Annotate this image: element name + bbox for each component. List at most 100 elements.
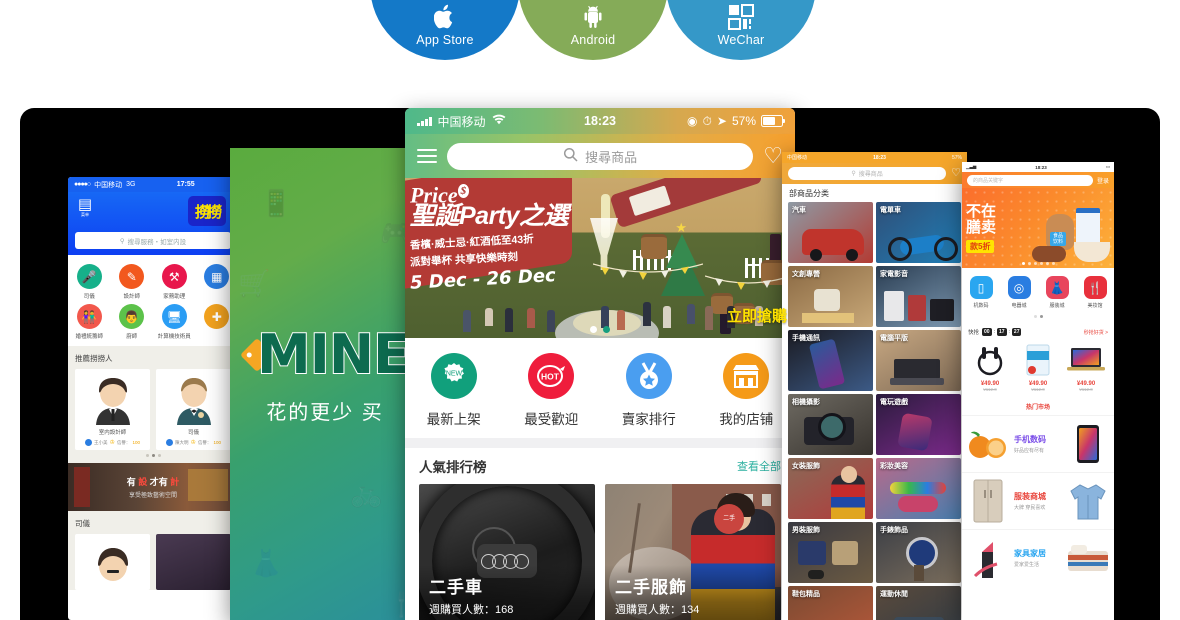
market-row[interactable]: 家具家居 爱家爱生活 xyxy=(962,529,1114,586)
crown-icon: ♔ xyxy=(190,440,196,446)
heart-icon[interactable]: ♡ xyxy=(763,145,783,167)
cat-cell[interactable]: 男裝服飾 xyxy=(788,522,873,583)
banner-pagination-dots[interactable] xyxy=(405,326,795,333)
quick-link-new[interactable]: NEW 最新上架 xyxy=(405,352,503,428)
flash-more-link[interactable]: 秒抢好货 > xyxy=(1084,329,1108,336)
person-card[interactable]: 室内設計師 王小美 ♔ 信譽： 100 xyxy=(75,369,150,450)
left-category-4[interactable]: 👫 婚禮統籌師 xyxy=(68,304,111,340)
mall-nav-phone-label: 机数码 xyxy=(973,303,989,309)
section-divider xyxy=(405,438,795,448)
cat-cell[interactable]: 手機通訊 xyxy=(788,330,873,391)
main-carrier: 中国移动 xyxy=(437,114,486,129)
cat-cell[interactable]: 相機攝影 xyxy=(788,394,873,455)
mall-banner[interactable]: 不在 膳卖 款5折 食品 饮料 xyxy=(962,188,1114,268)
mall-nav-beauty[interactable]: 🍴 美妆馆 xyxy=(1076,276,1114,309)
cat-cell[interactable]: 手錶飾品 xyxy=(876,522,961,583)
phone-product-art xyxy=(1066,422,1110,466)
tab-wechat[interactable]: WeChar xyxy=(666,0,816,60)
flash-label: 快抢 xyxy=(968,330,980,336)
quick-link-hot[interactable]: HOT 最受歡迎 xyxy=(503,352,601,428)
mall-nav-appliance[interactable]: ◎ 电器城 xyxy=(1000,276,1038,309)
quick-link-shop[interactable]: 我的店铺 xyxy=(698,352,796,428)
rank-card-subtitle: 週購買人數：168 xyxy=(429,604,514,616)
cat-cell[interactable]: 文創專營 xyxy=(788,266,873,327)
cat-cell[interactable]: 鞋包精品 xyxy=(788,586,873,620)
cat-cell[interactable]: 電腦平版 xyxy=(876,330,961,391)
cat-battery: 57% xyxy=(951,154,962,161)
banner-title: 聖誕Party之選 xyxy=(410,202,569,231)
flash-item[interactable]: ¥49.90 ¥112.0 xyxy=(1016,341,1060,392)
person-card[interactable]: 司儀 陳大明 ♔ 信譽： 100 xyxy=(156,369,231,450)
mall-search-input[interactable]: 的商品关键字 xyxy=(967,174,1093,186)
heart-icon[interactable]: ♡ xyxy=(951,168,961,179)
flash-sale-section: 快抢 00:17:27 秒抢好货 > ¥49.90 ¥112.0 ¥49.90 … xyxy=(962,323,1114,396)
quick-link-shop-label: 我的店铺 xyxy=(719,411,774,427)
phone-screen-services: ●●●●○ 中国移动 3G 17:55 ▤ 菜单 撈撈 ⚲ 搜尋服務・如室内設 … xyxy=(68,177,238,620)
medal-icon xyxy=(625,352,672,399)
cat-cell[interactable]: 家電影音 xyxy=(876,266,961,327)
phone-screen-main-shop: 中国移动 18:23 ◉ ⏱ ➤ 57% 搜尋商品 ♡ ★ Price $ 聖誕… xyxy=(405,108,795,620)
mine-logo: MINE xyxy=(230,322,420,387)
cat-status-bar: 中国移动 18:23 57% xyxy=(782,152,967,163)
left-search-input[interactable]: ⚲ 搜尋服務・如室内設 xyxy=(75,232,231,249)
cat-cell-label: 男裝服飾 xyxy=(792,527,820,534)
rank-view-all-link[interactable]: 查看全部 xyxy=(737,458,781,474)
cat-search-input[interactable]: ⚲ 搜尋商品 xyxy=(788,167,947,180)
mall-nav-clothes[interactable]: 👗 服装城 xyxy=(1038,276,1076,309)
left-category-5[interactable]: 👨 廚師 xyxy=(111,304,154,340)
cat-cell[interactable]: 電單車 xyxy=(876,202,961,263)
carousel-pager[interactable] xyxy=(75,450,231,459)
cat-cell-label: 電腦平版 xyxy=(880,335,908,342)
battery-icon xyxy=(761,115,785,127)
cat-cell[interactable]: 女裝服飾 xyxy=(788,458,873,519)
left-category-0[interactable]: 🎤 司儀 xyxy=(68,264,111,300)
market-subtitle: 爱家爱生活 xyxy=(1014,562,1040,568)
search-icon: ⚲ xyxy=(119,237,125,245)
mc-card[interactable] xyxy=(156,534,231,590)
cat-cell[interactable]: 汽車 xyxy=(788,202,873,263)
market-row[interactable]: 手机数码 好品应有尽有 xyxy=(962,415,1114,472)
rank-card-used-cars[interactable]: 二手車 週購買人數：168 xyxy=(419,484,595,620)
mc-card[interactable] xyxy=(75,534,150,590)
left-section-title-2: 司儀 xyxy=(75,519,90,528)
banner-cta-button[interactable]: 立即搶購 xyxy=(727,305,787,326)
tab-app-store-label: App Store xyxy=(416,33,474,47)
left-category-4-label: 婚禮統籌師 xyxy=(75,334,103,340)
quick-link-rank[interactable]: 賣家排行 xyxy=(600,352,698,428)
mall-banner-chip: 款5折 xyxy=(966,240,995,253)
left-header: ▤ 菜单 撈撈 ⚲ 搜尋服務・如室内設 xyxy=(68,192,238,255)
left-category-2[interactable]: ⚒ 家務助理 xyxy=(153,264,196,300)
rank-card-used-fashion[interactable]: 二手 二手服飾 週購買人數：134 xyxy=(605,484,781,620)
cat-cell[interactable]: 彩妝美容 xyxy=(876,458,961,519)
tab-app-store[interactable]: App Store xyxy=(370,0,520,60)
login-button[interactable]: 登录 xyxy=(1097,176,1109,185)
cat-cell[interactable]: 運動休閒 xyxy=(876,586,961,620)
earphone-art xyxy=(968,341,1012,379)
promo-part-a: 有 xyxy=(126,477,139,487)
tab-android[interactable]: Android xyxy=(518,0,668,60)
left-signal-dots: ●●●●○ xyxy=(74,181,91,188)
left-category-1[interactable]: ✎ 設計師 xyxy=(111,264,154,300)
flash-item[interactable]: ¥49.90 ¥112.0 xyxy=(1064,341,1108,392)
main-promo-banner[interactable]: ★ Price $ 聖誕Party之選 香檳·威士忌·紅酒低至43折 派對舉杯 … xyxy=(405,178,795,338)
left-category-6-label: 計算機技術員 xyxy=(157,334,191,340)
rep-value: 100 xyxy=(132,440,140,445)
left-promo-banner[interactable]: 有 設 才有 計 享受極致藝術空間 xyxy=(68,463,238,511)
flash-item[interactable]: ¥49.90 ¥112.0 xyxy=(968,341,1012,392)
hamburger-menu-icon[interactable] xyxy=(417,148,437,164)
left-category-6[interactable]: 🖥 計算機技術員 xyxy=(153,304,196,340)
promo-line2: 享受極致藝術空間 xyxy=(128,493,177,499)
mall-nav-pager[interactable] xyxy=(962,312,1114,323)
cat-cell[interactable]: 電玩遊戲 xyxy=(876,394,961,455)
cat-cell-label: 女裝服飾 xyxy=(792,463,820,470)
mall-nav-phone[interactable]: ▯ 机数码 xyxy=(962,276,1000,309)
cat-carrier: 中国移动 xyxy=(787,155,808,161)
main-search-input[interactable]: 搜尋商品 xyxy=(447,142,754,170)
rank-card-row: 二手車 週購買人數：168 二手 二手服飾 週購買人數：134 xyxy=(405,484,795,620)
quick-links-row: NEW 最新上架 HOT 最受歡迎 賣家排行 我的店铺 xyxy=(405,338,795,438)
mall-banner-dots[interactable] xyxy=(962,262,1114,265)
flash-old-price: ¥112.0 xyxy=(1079,387,1093,392)
market-row[interactable]: 服装商城 大牌 穿民喜欢 xyxy=(962,472,1114,529)
market-subtitle: 大牌 穿民喜欢 xyxy=(1014,505,1046,511)
menu-icon[interactable]: ▤ 菜单 xyxy=(76,197,94,218)
